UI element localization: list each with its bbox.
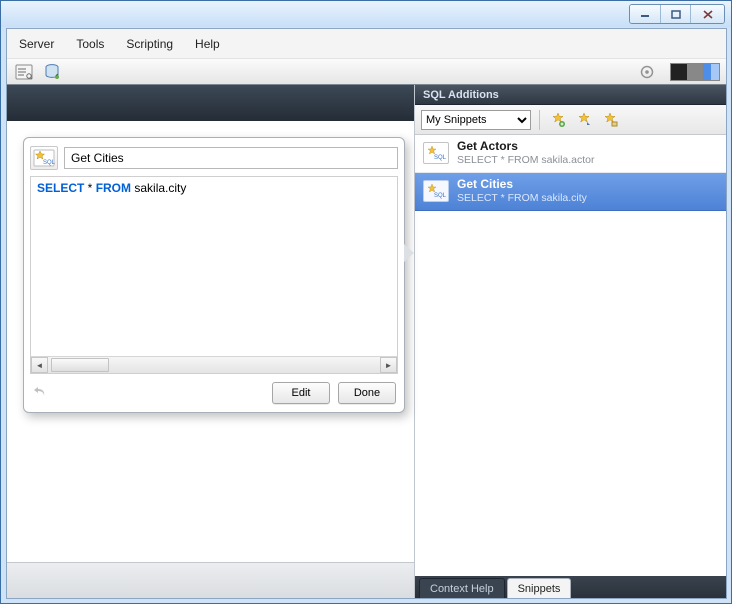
maximize-button[interactable] xyxy=(660,5,690,23)
menu-scripting[interactable]: Scripting xyxy=(122,33,177,55)
sql-snippet-icon: SQL xyxy=(423,180,449,202)
svg-text:SQL: SQL xyxy=(434,193,446,199)
toolbar-db-icon[interactable] xyxy=(41,62,63,82)
title-bar xyxy=(1,1,731,27)
snippet-name-input[interactable] xyxy=(64,147,398,169)
panel-bottom-tabs: Context Help Snippets xyxy=(415,576,726,598)
toolbar-separator xyxy=(539,110,540,130)
scroll-right-arrow-icon[interactable]: ► xyxy=(380,357,397,373)
panel-tool-bar: My Snippets xyxy=(415,105,726,135)
insert-snippet-icon[interactable] xyxy=(574,110,594,130)
tab-snippets[interactable]: Snippets xyxy=(507,578,572,598)
maximize-icon xyxy=(671,10,681,19)
undo-icon[interactable] xyxy=(32,384,48,403)
code-area-wrap: SELECT * FROM sakila.city ◄ ► xyxy=(30,176,398,374)
sql-additions-panel: SQL Additions My Snippets xyxy=(414,85,726,598)
kw-from: FROM xyxy=(96,181,131,195)
minimize-button[interactable] xyxy=(630,5,660,23)
settings-gear-icon[interactable] xyxy=(636,62,658,82)
sql-snippet-icon: SQL xyxy=(423,142,449,164)
scroll-thumb[interactable] xyxy=(51,358,109,372)
menu-help[interactable]: Help xyxy=(191,33,224,55)
editor-header: SQL xyxy=(30,144,398,172)
scroll-left-arrow-icon[interactable]: ◄ xyxy=(31,357,48,373)
window-controls xyxy=(629,4,725,24)
replace-snippet-icon[interactable] xyxy=(600,110,620,130)
done-button[interactable]: Done xyxy=(338,382,396,404)
snippet-category-select[interactable]: My Snippets xyxy=(421,110,531,130)
add-snippet-icon[interactable] xyxy=(548,110,568,130)
toolbar-sql-icon[interactable] xyxy=(13,62,35,82)
window-frame: Server Tools Scripting Help xyxy=(0,0,732,604)
close-button[interactable] xyxy=(690,5,724,23)
svg-text:SQL: SQL xyxy=(434,155,446,161)
sql-badge-text: SQL xyxy=(43,160,55,166)
snippet-row[interactable]: SQL Get Cities SELECT * FROM sakila.city xyxy=(415,173,726,211)
tool-bar xyxy=(7,59,726,85)
view-switch-2[interactable] xyxy=(687,64,703,80)
sql-code-area[interactable]: SELECT * FROM sakila.city xyxy=(31,177,397,356)
close-icon xyxy=(703,10,713,19)
sql-rest: sakila.city xyxy=(131,181,186,195)
workspace: SQL SELECT * FROM sakila.city ◄ ► xyxy=(7,85,726,598)
sql-favorite-icon[interactable]: SQL xyxy=(30,146,58,170)
client-area: Server Tools Scripting Help xyxy=(6,28,727,599)
edit-button[interactable]: Edit xyxy=(272,382,330,404)
kw-select: SELECT xyxy=(37,181,84,195)
menu-tools[interactable]: Tools xyxy=(72,33,108,55)
sql-star: * xyxy=(84,181,95,195)
toolbar-dark-strip xyxy=(7,85,414,121)
menu-bar: Server Tools Scripting Help xyxy=(7,29,726,59)
snippet-editor-popover: SQL SELECT * FROM sakila.city ◄ ► xyxy=(23,137,405,413)
snippet-title: Get Actors xyxy=(457,140,595,154)
snippet-subtitle: SELECT * FROM sakila.city xyxy=(457,192,587,204)
left-bottom-strip xyxy=(7,562,414,598)
editor-footer: Edit Done xyxy=(30,382,398,404)
tab-context-help[interactable]: Context Help xyxy=(419,578,505,598)
left-pane: SQL SELECT * FROM sakila.city ◄ ► xyxy=(7,85,414,598)
snippet-list: SQL Get Actors SELECT * FROM sakila.acto… xyxy=(415,135,726,576)
snippet-title: Get Cities xyxy=(457,178,587,192)
view-switch-3[interactable] xyxy=(703,64,719,80)
snippet-row[interactable]: SQL Get Actors SELECT * FROM sakila.acto… xyxy=(415,135,726,173)
snippet-subtitle: SELECT * FROM sakila.actor xyxy=(457,154,595,166)
horizontal-scrollbar[interactable]: ◄ ► xyxy=(31,356,397,373)
minimize-icon xyxy=(640,10,650,18)
view-switch-1[interactable] xyxy=(671,64,687,80)
menu-server[interactable]: Server xyxy=(15,33,58,55)
panel-title: SQL Additions xyxy=(415,85,726,105)
view-switch[interactable] xyxy=(670,63,720,81)
